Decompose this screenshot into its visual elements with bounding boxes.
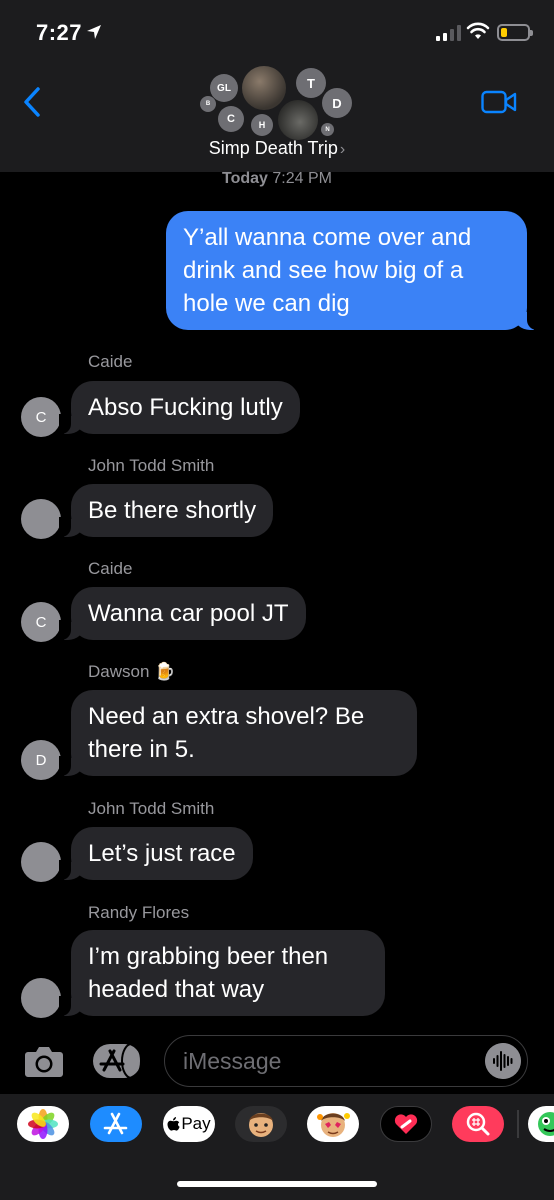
- sender-avatar[interactable]: D: [21, 740, 61, 780]
- memoji-stickers-app-icon[interactable]: [307, 1106, 359, 1142]
- message-text: Let’s just race: [88, 840, 236, 867]
- drawer-divider: [517, 1110, 519, 1138]
- avatar-c: C: [218, 106, 244, 132]
- status-time: 7:27: [36, 20, 83, 45]
- message-text: I’m grabbing beer then headed that way: [88, 943, 329, 1003]
- more-app-icon[interactable]: [528, 1106, 554, 1142]
- sender-name: John Todd Smith: [88, 456, 215, 475]
- conversation-timestamp: Today 7:24 PM: [0, 170, 554, 188]
- message-input[interactable]: iMessage: [164, 1035, 528, 1087]
- search-images-app-icon[interactable]: [452, 1106, 504, 1142]
- avatar-d: D: [322, 88, 352, 118]
- memoji-app-icon[interactable]: [235, 1106, 287, 1142]
- sender-avatar[interactable]: C: [21, 397, 61, 437]
- status-bar: 7:27: [0, 0, 554, 62]
- camera-icon[interactable]: [24, 1044, 64, 1078]
- video-call-icon[interactable]: [481, 90, 517, 114]
- message-text: Be there shortly: [88, 497, 257, 524]
- message-input-placeholder: iMessage: [183, 1048, 282, 1074]
- sender-name: Randy Flores: [88, 903, 190, 922]
- outgoing-message[interactable]: Y’all wanna come over and drink and see …: [166, 211, 539, 330]
- avatar-photo-main: [242, 66, 286, 110]
- incoming-message[interactable]: I’m grabbing beer then headed that way: [59, 930, 385, 1016]
- sender-name: Dawson 🍺: [88, 662, 176, 681]
- group-avatar-cluster[interactable]: GL B T C H D N: [198, 62, 358, 140]
- timestamp-time: 7:24 PM: [272, 170, 332, 187]
- avatar-gl: GL: [210, 74, 238, 102]
- group-name[interactable]: Simp Death Trip ›: [0, 138, 554, 159]
- sender-avatar-photo[interactable]: [21, 978, 61, 1018]
- app-store-app-icon[interactable]: [90, 1106, 142, 1142]
- sender-avatar-photo[interactable]: [21, 842, 61, 882]
- incoming-message[interactable]: Abso Fucking lutly: [59, 381, 300, 434]
- home-indicator[interactable]: [177, 1181, 377, 1187]
- timestamp-day: Today: [222, 170, 268, 187]
- incoming-message[interactable]: Wanna car pool JT: [59, 587, 306, 640]
- group-name-label: Simp Death Trip: [208, 138, 338, 158]
- sender-avatar[interactable]: C: [21, 602, 61, 642]
- battery-icon: [497, 24, 533, 41]
- message-text: Abso Fucking lutly: [88, 394, 283, 421]
- sender-avatar-photo[interactable]: [21, 499, 61, 539]
- cellular-signal-icon: [436, 25, 461, 41]
- group-name-chevron-icon: ›: [339, 141, 346, 158]
- avatar-t: T: [296, 68, 326, 98]
- back-chevron-icon[interactable]: [20, 86, 44, 118]
- incoming-message[interactable]: Be there shortly: [58, 484, 274, 537]
- sender-name: Caide: [88, 352, 133, 371]
- message-text: Wanna car pool JT: [88, 600, 289, 627]
- message-text: Need an extra shovel? Be there in 5.: [88, 703, 365, 763]
- avatar-n: N: [321, 123, 334, 136]
- avatar-photo-small: [278, 100, 318, 140]
- wifi-icon: [466, 22, 490, 39]
- sender-name: Caide: [88, 559, 133, 578]
- location-arrow-icon: [87, 25, 101, 39]
- sender-name: John Todd Smith: [88, 799, 215, 818]
- message-text: Y’all wanna come over and drink and see …: [183, 224, 472, 317]
- audio-message-icon[interactable]: [485, 1043, 521, 1079]
- conversation-header: GL B T C H D N Simp Death Trip ›: [0, 62, 554, 172]
- photos-app-icon[interactable]: [17, 1106, 69, 1142]
- incoming-message[interactable]: Let’s just race: [59, 827, 253, 880]
- avatar-h: H: [251, 114, 273, 136]
- digital-touch-app-icon[interactable]: [380, 1106, 432, 1142]
- app-store-drawer-icon[interactable]: [92, 1043, 142, 1079]
- avatar-b: B: [200, 96, 216, 112]
- apple-pay-label: Pay: [181, 1114, 211, 1133]
- apple-pay-app-icon[interactable]: Pay: [163, 1106, 215, 1142]
- incoming-message[interactable]: Need an extra shovel? Be there in 5.: [59, 690, 417, 776]
